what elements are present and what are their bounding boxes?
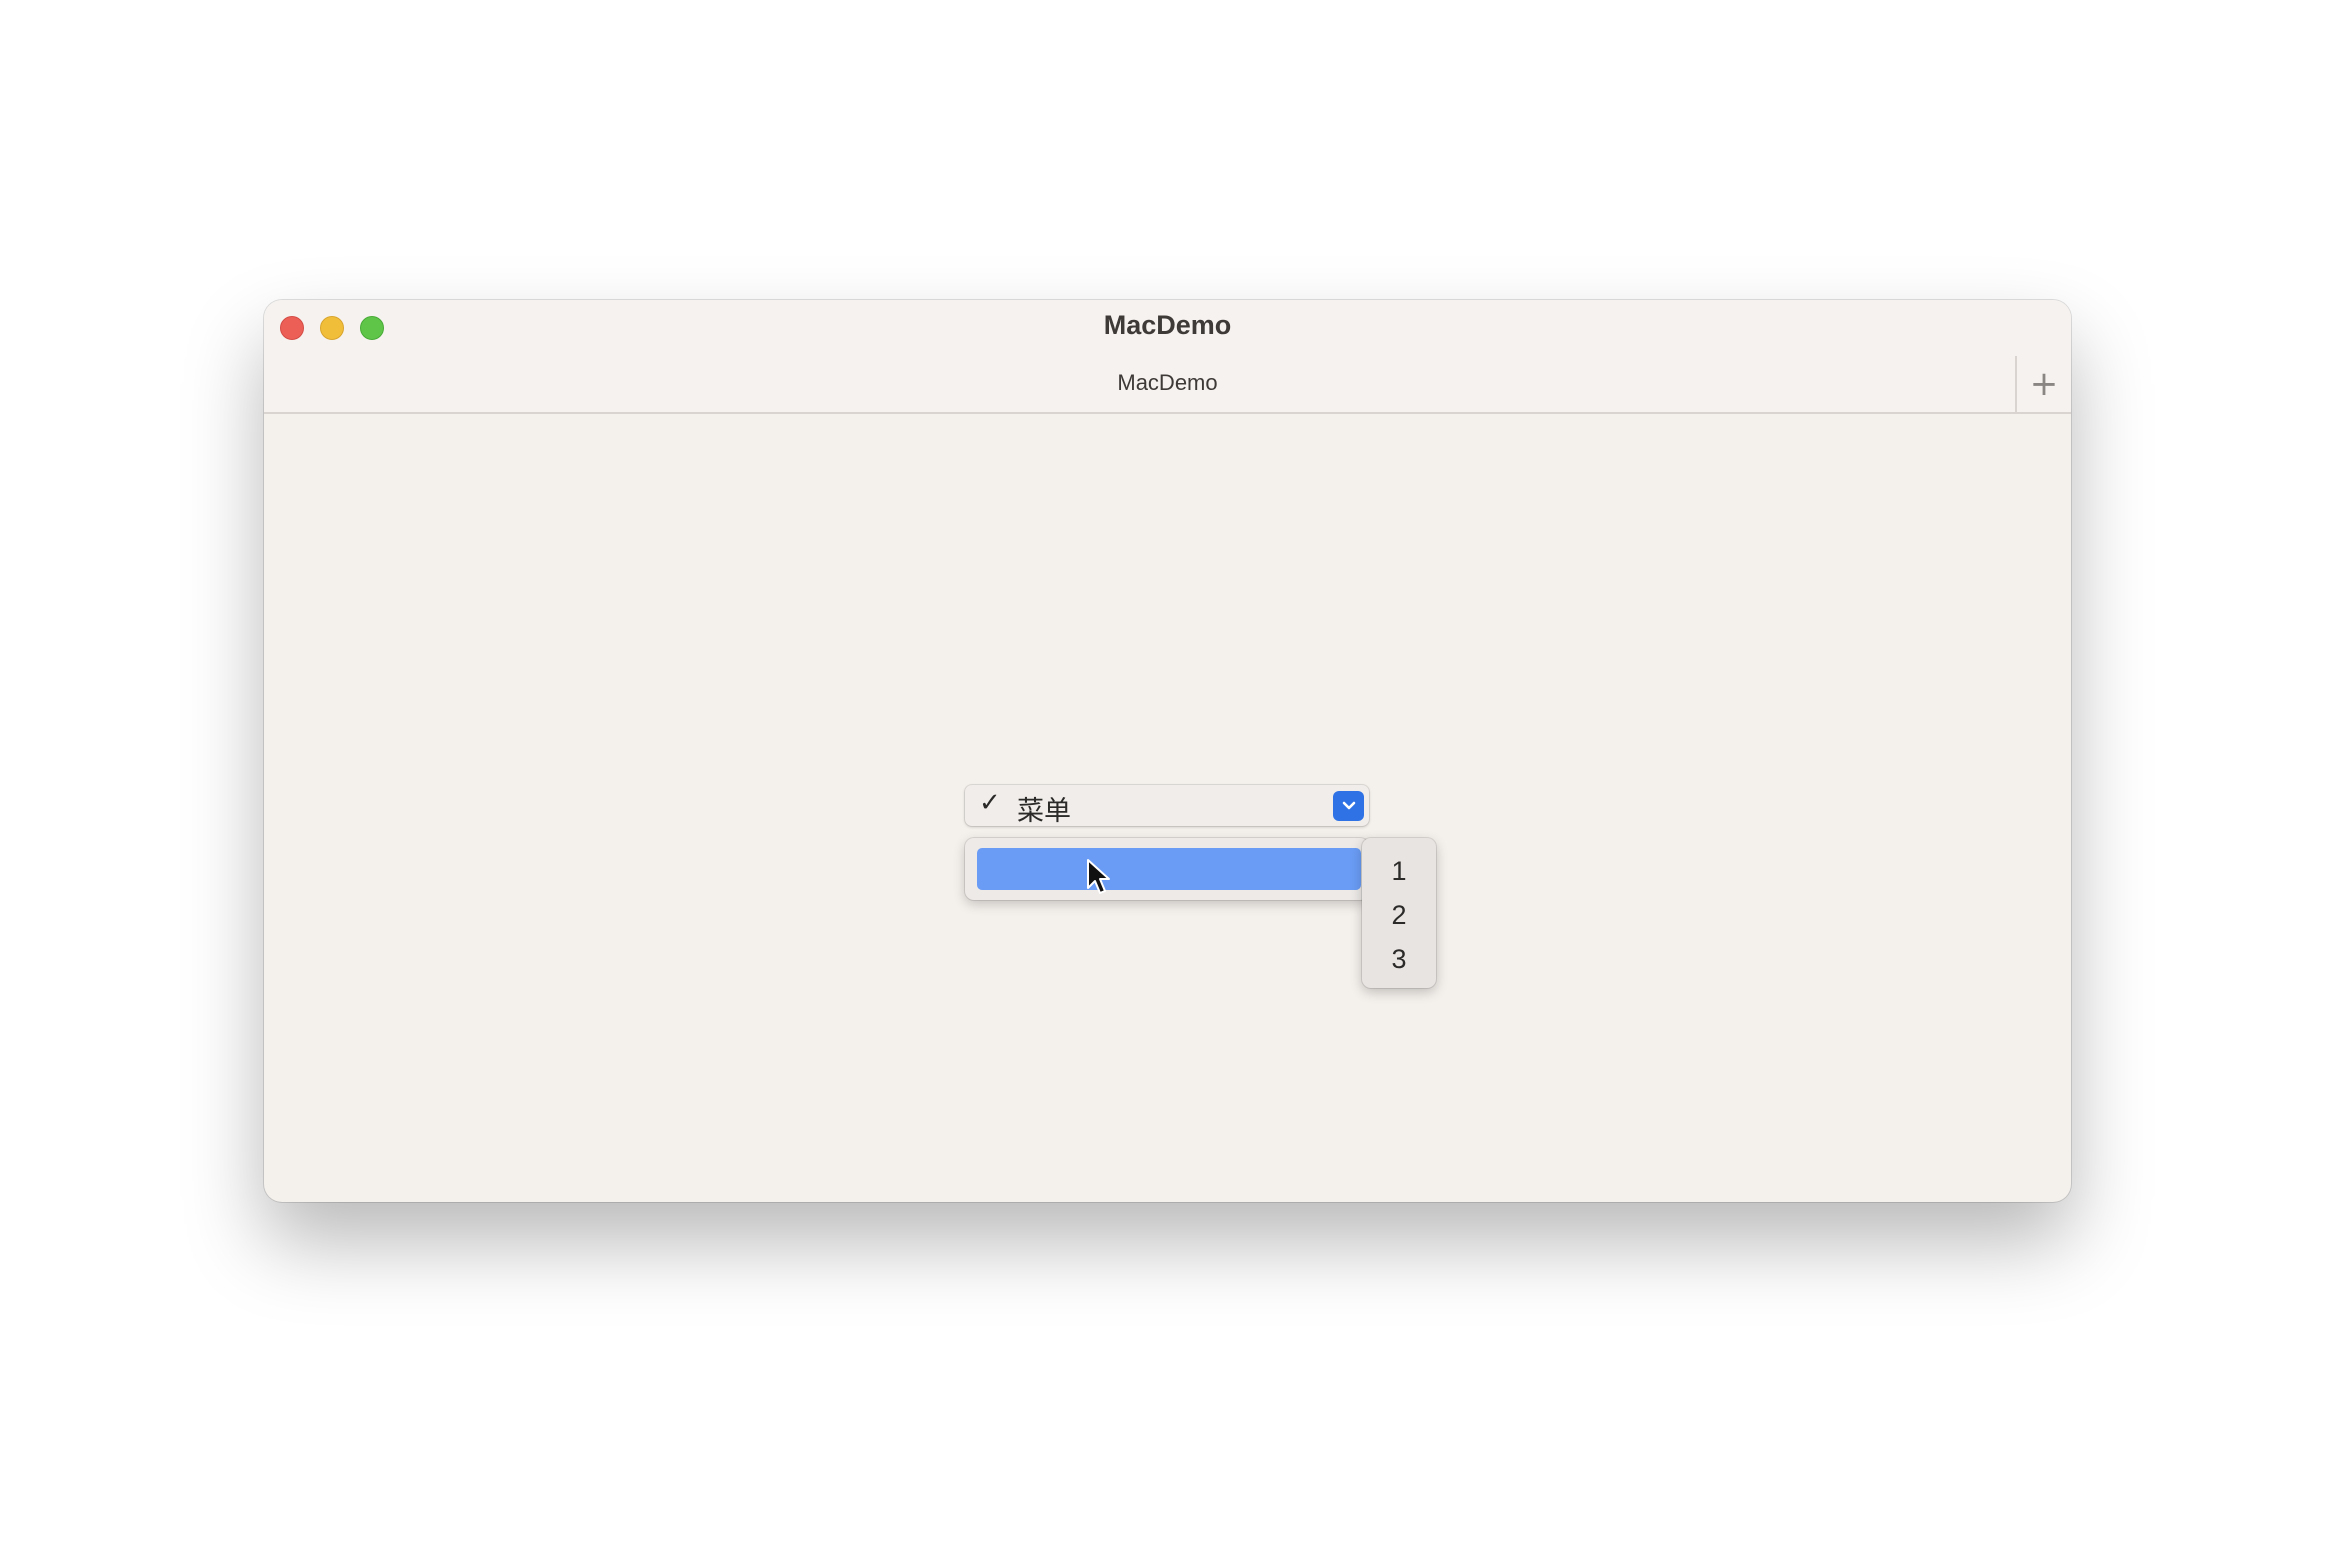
tab-title[interactable]: MacDemo <box>264 370 2071 396</box>
chevron-down-icon[interactable] <box>1333 791 1364 821</box>
mouse-pointer-icon <box>1087 859 1110 894</box>
submenu-item-1[interactable]: 1 <box>1362 856 1436 887</box>
new-tab-button[interactable]: + <box>2015 356 2071 412</box>
window-title: MacDemo <box>1103 310 1232 340</box>
popup-menu-button[interactable]: ✓ 菜单 <box>965 785 1369 827</box>
plus-icon: + <box>2029 364 2059 404</box>
app-window: MacDemo MacDemo + <box>264 300 2071 1202</box>
popup-selected-label: 菜单 <box>1017 796 1071 827</box>
submenu-item-2[interactable]: 2 <box>1362 900 1436 931</box>
submenu: 1 2 3 <box>1362 838 1436 988</box>
menu-item-highlighted[interactable] <box>977 848 1361 890</box>
title-bar: MacDemo MacDemo + <box>264 300 2071 414</box>
submenu-item-3[interactable]: 3 <box>1362 944 1436 975</box>
dropdown-menu <box>965 838 1369 900</box>
checkmark-icon: ✓ <box>979 788 1001 818</box>
